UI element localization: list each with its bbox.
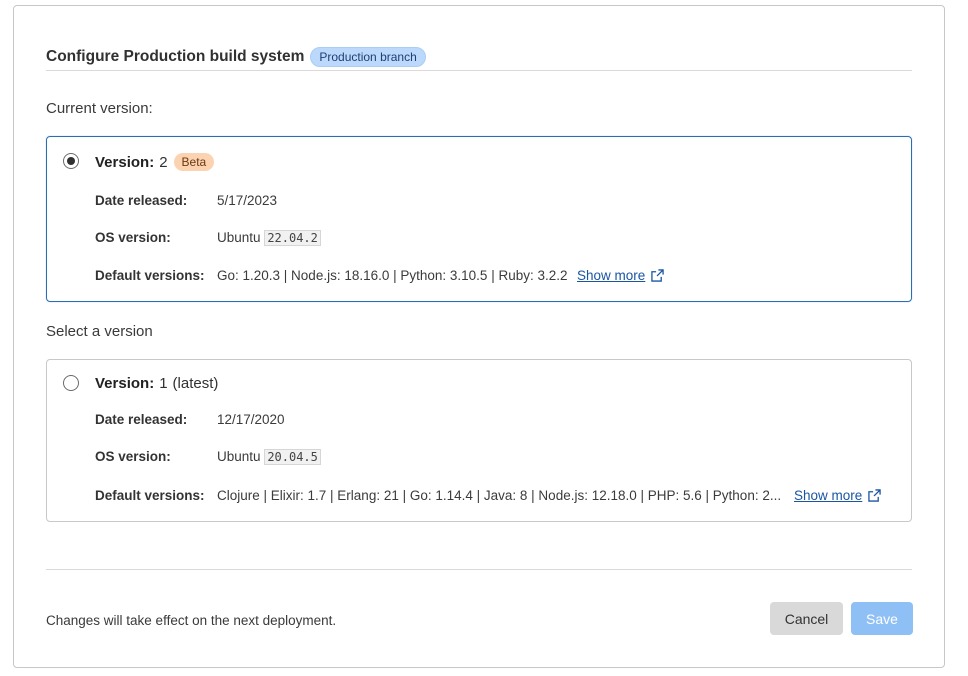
os-version-label: OS version: [95,449,171,464]
footer-divider [46,569,912,570]
os-version-value: Ubuntu 22.04.2 [217,230,321,246]
show-more-link[interactable]: Show more [794,488,882,503]
os-version-code: 22.04.2 [264,230,321,246]
version-number: 2 [159,153,168,171]
radio-selected-icon[interactable] [63,153,79,169]
footer-note: Changes will take effect on the next dep… [46,613,337,628]
os-name: Ubuntu [217,449,261,464]
default-versions-row: Default versions: Clojure | Elixir: 1.7 … [95,488,895,508]
os-version-label: OS version: [95,230,171,245]
header-divider [46,70,912,71]
external-link-icon [868,489,882,502]
branch-badge: Production branch [310,46,426,67]
default-versions-value: Go: 1.20.3 | Node.js: 18.16.0 | Python: … [217,268,568,283]
default-versions-label: Default versions: [95,488,205,503]
build-system-panel: Configure Production build system Produc… [13,5,945,668]
save-button[interactable]: Save [851,602,913,635]
show-more-link[interactable]: Show more [577,268,665,283]
os-version-row: OS version: Ubuntu 20.04.5 [95,449,895,469]
date-released-label: Date released: [95,412,188,427]
version-label: Version: [95,153,155,171]
default-versions-value: Clojure | Elixir: 1.7 | Erlang: 21 | Go:… [217,488,782,503]
version-title: Version: 2 Beta [95,153,215,171]
current-version-card[interactable]: Version: 2 Beta Date released: 5/17/2023… [46,136,912,302]
beta-badge: Beta [173,153,215,171]
select-version-heading: Select a version [46,323,153,340]
date-released-value: 12/17/2020 [217,412,285,427]
radio-unselected-icon[interactable] [63,375,79,391]
os-version-code: 20.04.5 [264,449,321,465]
show-more-label: Show more [577,268,646,283]
version-label: Version: [95,375,155,392]
date-released-row: Date released: 12/17/2020 [95,412,895,432]
os-name: Ubuntu [217,230,261,245]
show-more-label: Show more [794,488,863,503]
version-number: 1 [159,375,168,392]
default-versions-row: Default versions: Go: 1.20.3 | Node.js: … [95,268,895,288]
panel-header: Configure Production build system Produc… [46,42,912,71]
date-released-row: Date released: 5/17/2023 [95,193,895,213]
current-version-heading: Current version: [46,100,153,117]
date-released-label: Date released: [95,193,188,208]
os-version-row: OS version: Ubuntu 22.04.2 [95,230,895,250]
version-title: Version: 1 (latest) [95,375,218,392]
external-link-icon [651,269,665,282]
version-option-card[interactable]: Version: 1 (latest) Date released: 12/17… [46,359,912,522]
page-title: Configure Production build system [46,47,305,65]
date-released-value: 5/17/2023 [217,193,278,208]
cancel-button[interactable]: Cancel [770,602,843,635]
default-versions-label: Default versions: [95,268,205,283]
version-suffix: (latest) [172,375,219,392]
os-version-value: Ubuntu 20.04.5 [217,449,321,465]
